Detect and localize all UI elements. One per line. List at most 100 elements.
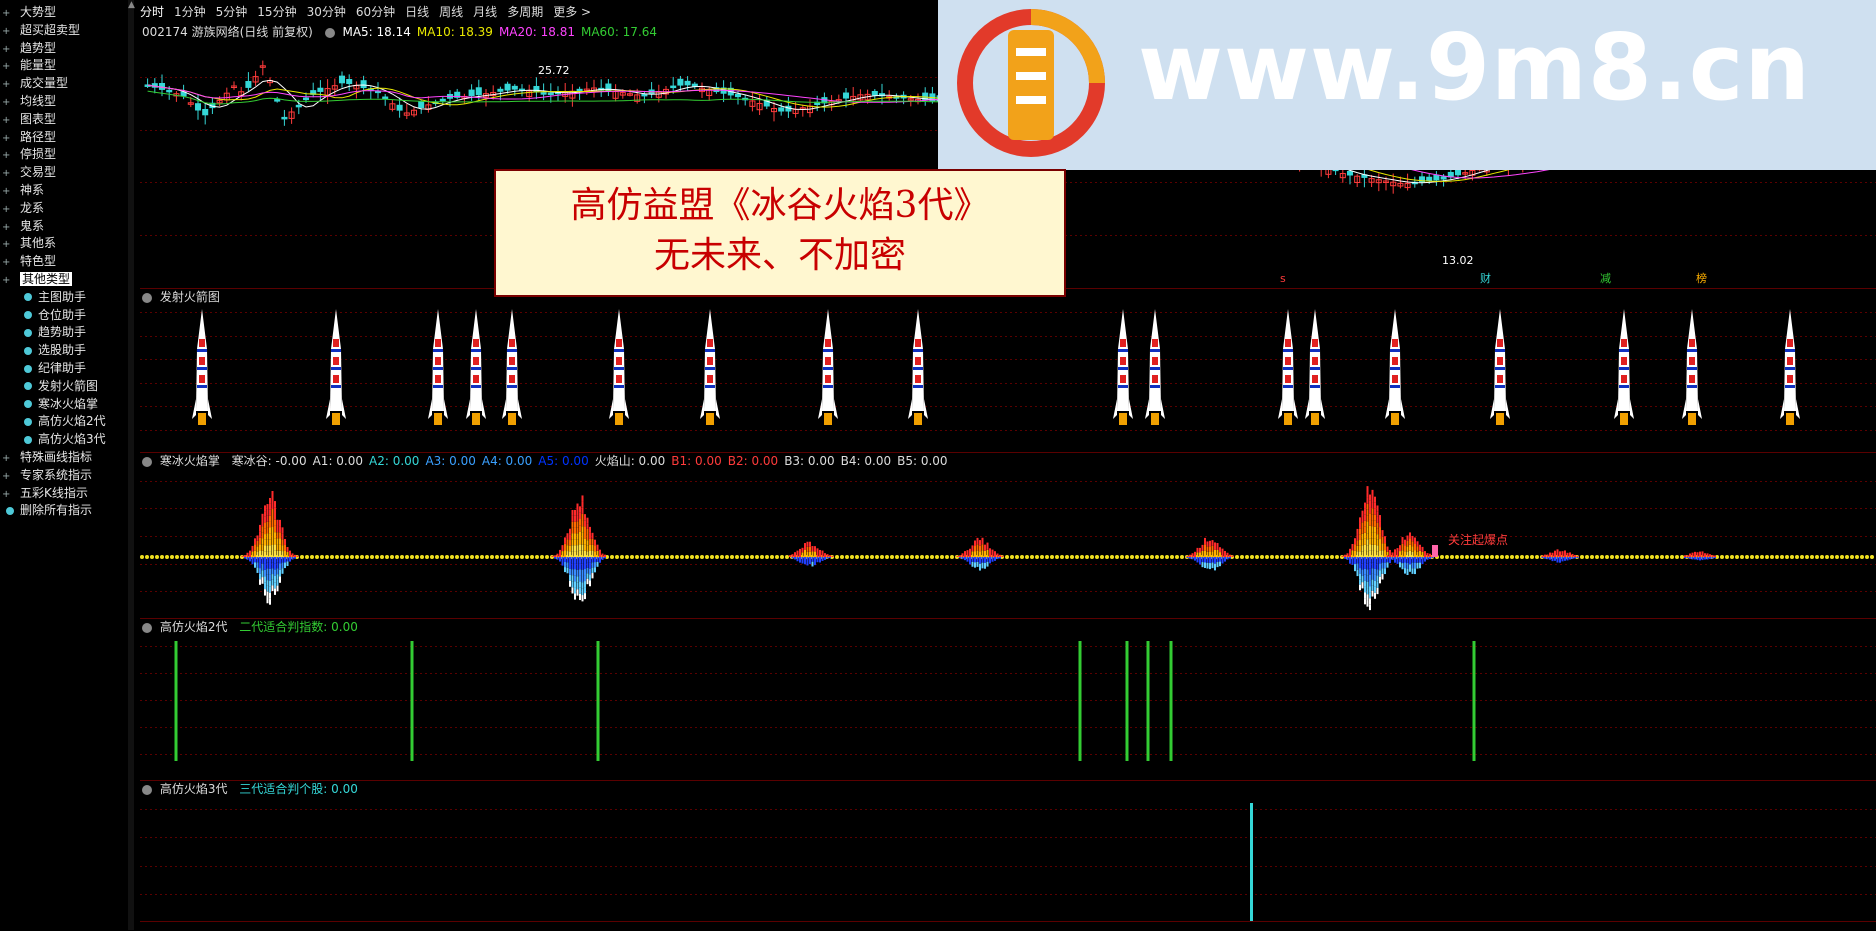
expand-icon[interactable]: + (2, 41, 12, 58)
expand-icon[interactable]: + (2, 272, 12, 289)
sidebar-item[interactable]: 寒冰火焰掌 (0, 396, 98, 413)
expand-icon[interactable]: + (2, 450, 12, 467)
ice-bar (1351, 557, 1354, 565)
expand-icon[interactable]: + (2, 254, 12, 271)
sidebar-scrollbar[interactable] (128, 0, 134, 930)
sidebar-item[interactable]: + 超买超卖型 (0, 22, 80, 39)
expand-icon[interactable]: + (2, 23, 12, 40)
period-tab[interactable]: 分时 (140, 5, 164, 19)
collapse-circle-icon[interactable] (142, 784, 152, 795)
flame-bar (269, 509, 271, 516)
ice-bar (979, 563, 981, 571)
baseline-dot (890, 555, 894, 559)
sidebar-item[interactable]: 仓位助手 (0, 307, 86, 324)
ice-bar (1694, 557, 1696, 560)
expand-icon[interactable]: + (2, 112, 12, 129)
sidebar-item[interactable]: 主图助手 (0, 289, 86, 306)
sidebar-item[interactable]: + 龙系 (0, 200, 44, 217)
sidebar-item[interactable]: 高仿火焰3代 (0, 431, 106, 448)
sidebar-item[interactable]: 高仿火焰2代 (0, 413, 106, 430)
expand-icon[interactable]: + (2, 5, 12, 22)
sidebar-item[interactable]: + 趋势型 (0, 40, 56, 57)
expand-icon[interactable]: + (2, 201, 12, 218)
expand-icon[interactable]: + (2, 58, 12, 75)
sidebar-item[interactable]: + 鬼系 (0, 218, 44, 235)
expand-icon[interactable]: + (2, 147, 12, 164)
expand-icon[interactable]: + (2, 236, 12, 253)
sidebar-item[interactable]: + 其他系 (0, 235, 56, 252)
baseline-dot (1470, 555, 1474, 559)
flame-bar (981, 550, 984, 557)
flame-bar (1551, 552, 1554, 557)
flame-bar (574, 533, 576, 540)
period-tab[interactable]: 30分钟 (307, 5, 346, 19)
period-tab[interactable]: 多周期 (507, 5, 543, 19)
scroll-up-arrow-icon[interactable]: ▲ (128, 0, 136, 12)
sidebar-item[interactable]: + 特色型 (0, 253, 56, 270)
sidebar-item[interactable]: + 图表型 (0, 111, 56, 128)
ice-bar (579, 593, 581, 601)
flame-bar (1366, 551, 1369, 557)
ice-bar (1684, 557, 1686, 559)
expand-icon[interactable]: + (2, 468, 12, 485)
sidebar-item[interactable]: + 专家系统指示 (0, 467, 92, 484)
expand-icon[interactable]: + (2, 130, 12, 147)
sidebar-item[interactable]: + 停损型 (0, 146, 56, 163)
baseline-dot (225, 555, 229, 559)
expand-icon[interactable]: + (2, 486, 12, 503)
collapse-circle-icon[interactable] (142, 292, 152, 303)
ice-bar (821, 557, 824, 561)
ma-value: MA60: 17.64 (580, 25, 658, 39)
sidebar-item[interactable]: 纪律助手 (0, 360, 86, 377)
baseline-dot (1175, 555, 1179, 559)
flame-bar (571, 515, 574, 522)
sidebar-item[interactable]: + 神系 (0, 182, 44, 199)
rocket-icon (1113, 309, 1133, 425)
sidebar-item-label: 纪律助手 (38, 361, 87, 375)
gen2-signal-bar (596, 641, 600, 761)
period-tab[interactable]: 60分钟 (356, 5, 395, 19)
sidebar-item[interactable]: + 均线型 (0, 93, 56, 110)
expand-icon[interactable]: + (2, 183, 12, 200)
sidebar-item[interactable]: + 成交量型 (0, 75, 68, 92)
period-tab[interactable]: 月线 (473, 5, 497, 19)
collapse-circle-icon[interactable] (142, 622, 152, 633)
period-tab[interactable]: 日线 (405, 5, 429, 19)
rocket-header: 发射火箭图 (142, 289, 228, 305)
expand-icon[interactable]: + (2, 219, 12, 236)
sidebar-item[interactable]: 选股助手 (0, 342, 86, 359)
flame-bar (1421, 551, 1424, 557)
sidebar-item[interactable]: + 交易型 (0, 164, 56, 181)
ice-title: 寒冰火焰掌 (159, 454, 220, 468)
period-tab[interactable]: 5分钟 (216, 5, 248, 19)
flame-bar (581, 513, 584, 521)
sidebar-item[interactable]: + 五彩K线指示 (0, 485, 88, 502)
baseline-dot (1035, 555, 1039, 559)
baseline-dot (500, 555, 504, 559)
ice-bar (1211, 557, 1214, 563)
sidebar-item[interactable]: + 特殊画线指标 (0, 449, 92, 466)
collapse-circle-icon[interactable] (142, 456, 152, 467)
period-tab[interactable]: 15分钟 (257, 5, 296, 19)
site-logo-icon (957, 9, 1105, 157)
flame-bar (1216, 550, 1219, 557)
expand-icon[interactable]: + (2, 94, 12, 111)
ice-bar (1389, 557, 1391, 560)
flame-bar (1706, 553, 1709, 557)
sidebar-item[interactable]: + 路径型 (0, 129, 56, 146)
ice-bar (1379, 570, 1381, 577)
sidebar-item[interactable]: + 能量型 (0, 57, 56, 74)
ice-bar (576, 576, 579, 583)
period-tab[interactable]: 周线 (439, 5, 463, 19)
sidebar-item[interactable]: 发射火箭图 (0, 378, 98, 395)
expand-icon[interactable]: + (2, 165, 12, 182)
settings-circle-icon[interactable] (324, 27, 335, 38)
baseline-dot (320, 555, 324, 559)
sidebar-item[interactable]: + 大势型 (0, 4, 56, 21)
expand-icon[interactable]: + (2, 76, 12, 93)
period-tab[interactable]: 1分钟 (174, 5, 206, 19)
sidebar-item[interactable]: + 其他类型 (0, 271, 73, 289)
period-tab[interactable]: 更多 > (553, 5, 591, 19)
sidebar-item[interactable]: 趋势助手 (0, 324, 86, 341)
sidebar-item[interactable]: 删除所有指示 (0, 502, 92, 519)
